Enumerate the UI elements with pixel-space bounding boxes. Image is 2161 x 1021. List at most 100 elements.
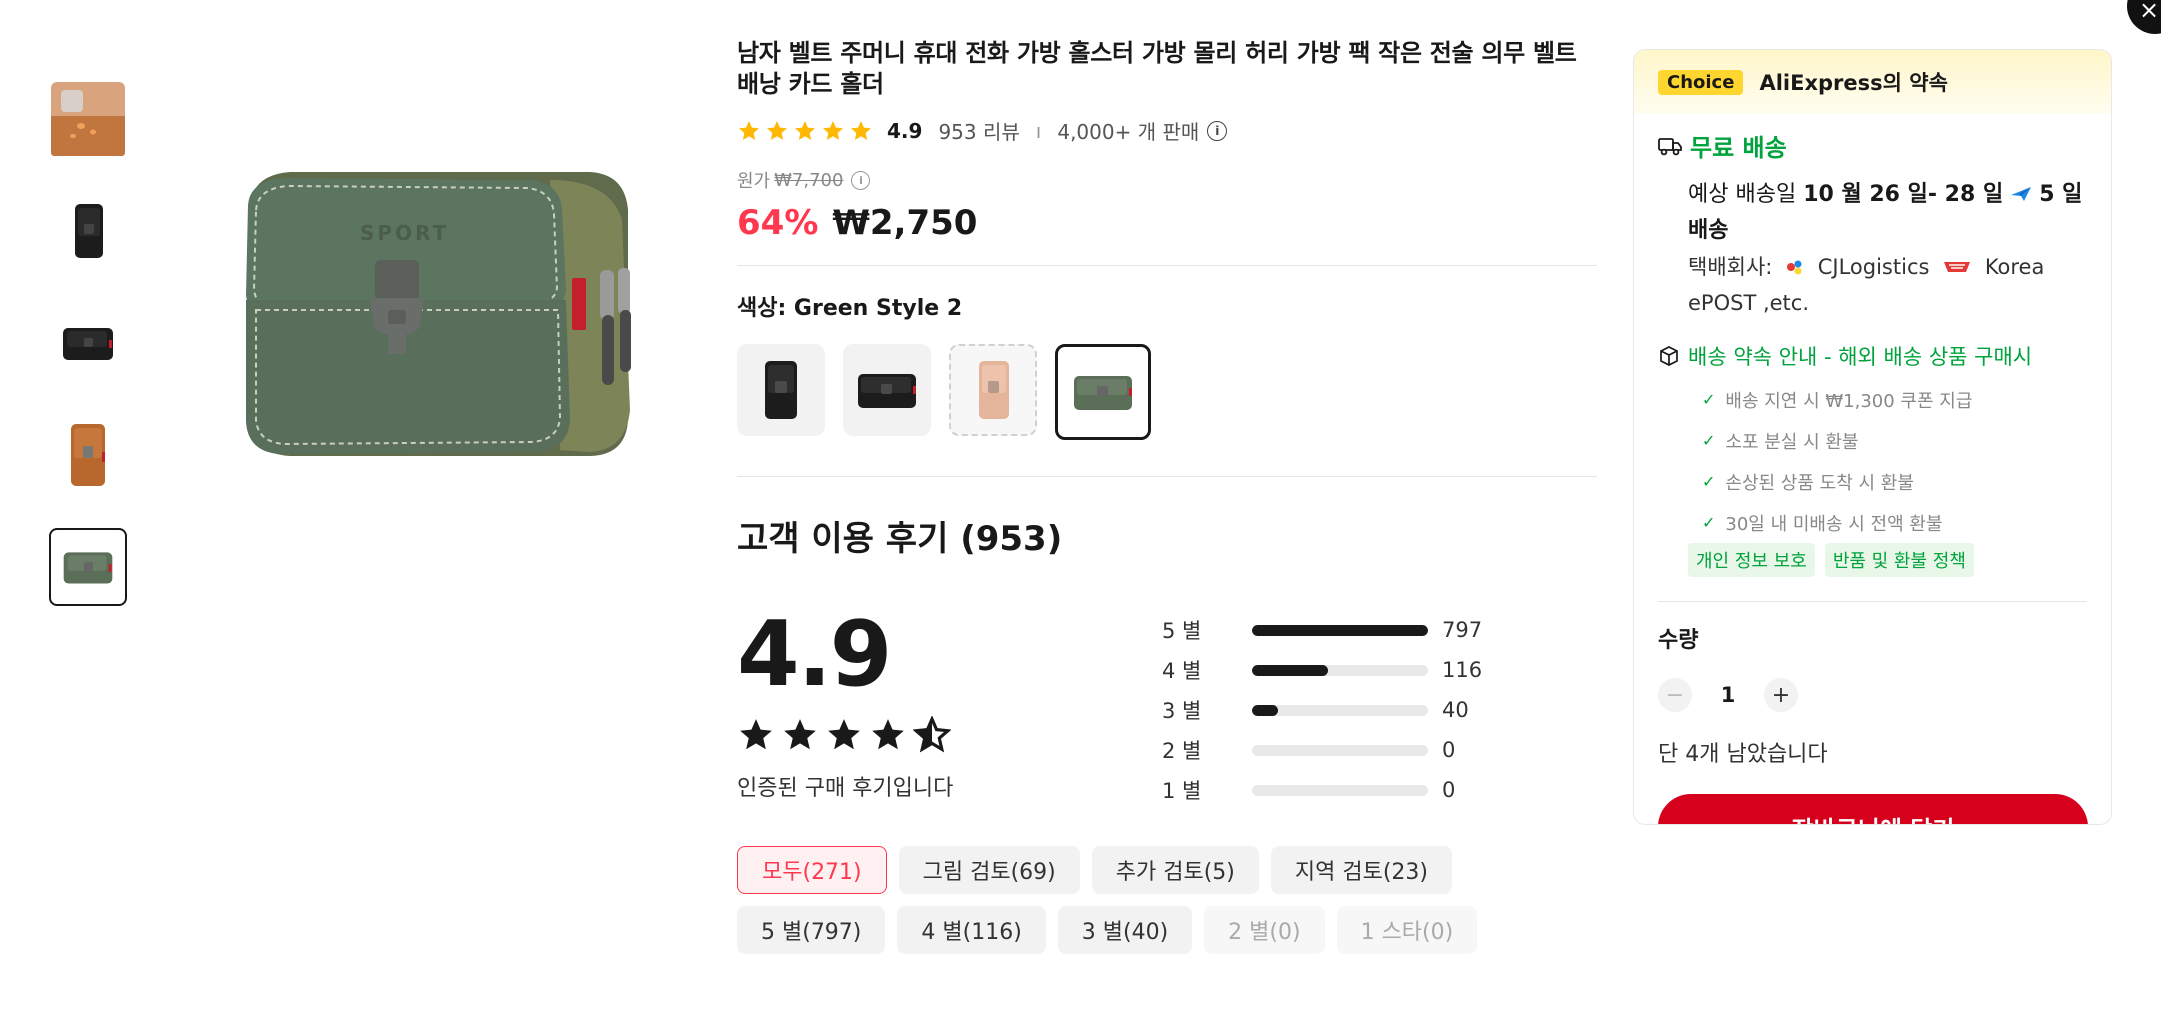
- product-info: 남자 벨트 주머니 휴대 전화 가방 홀스터 가방 몰리 허리 가방 팩 작은 …: [737, 38, 1597, 954]
- review-filters: 모두(271) 그림 검토(69) 추가 검토(5) 지역 검토(23) 5 별(797…: [737, 846, 1537, 954]
- purchase-panel: Choice AliExpress의 약속 무료 배송 예상 배송일 10 월 …: [1633, 49, 2112, 825]
- swatch-green-selected[interactable]: [1055, 344, 1151, 440]
- thumbnail-4[interactable]: [49, 416, 127, 494]
- guarantee-item: ✓ 손상된 상품 도착 시 환불: [1702, 461, 2087, 502]
- separator: ı: [1035, 118, 1042, 143]
- rating-bar-track: [1252, 704, 1428, 716]
- rating-value: 4.9: [887, 118, 923, 143]
- guarantee-item: ✓ 소포 분실 시 환불: [1702, 420, 2087, 461]
- rating-bar-row: 4 별 116: [1162, 650, 1482, 690]
- review-filter-chip[interactable]: 5 별(797): [737, 906, 886, 954]
- product-thumbnail-image: [63, 552, 113, 584]
- choice-badge: Choice: [1658, 69, 1744, 95]
- sold-count: 4,000+ 개 판매: [1057, 120, 1200, 144]
- check-icon: ✓: [1702, 390, 1716, 409]
- quantity-value[interactable]: 1: [1718, 683, 1738, 707]
- rating-bar-track: [1252, 744, 1428, 756]
- rating-bar-row: 1 별 0: [1162, 770, 1482, 810]
- review-filter-chip[interactable]: 모두(271): [737, 846, 887, 894]
- carrier-info: 택배회사: CJLogistics Korea ePOST ,etc.: [1658, 249, 2087, 321]
- quantity-label: 수량: [1658, 628, 1699, 653]
- info-icon[interactable]: i: [851, 170, 871, 190]
- privacy-tag[interactable]: 개인 정보 보호: [1688, 543, 1815, 577]
- review-filter-chip[interactable]: 추가 검토(5): [1091, 846, 1259, 894]
- quantity-increase-button[interactable]: +: [1764, 678, 1798, 712]
- stock-remaining: 단 4개 남았습니다: [1658, 742, 1828, 767]
- star-icon: [851, 120, 871, 140]
- add-to-cart-button[interactable]: 장바구니에 담기: [1658, 794, 2088, 824]
- rating-bar-fill: [1252, 624, 1428, 636]
- policy-tags: 개인 정보 보호 반품 및 환불 정책: [1658, 543, 2087, 577]
- swatch-black-horizontal[interactable]: [843, 344, 931, 436]
- review-count-link[interactable]: 953 리뷰: [938, 116, 1019, 145]
- cj-logo-icon: [1787, 260, 1802, 275]
- guarantee-text: 30일 내 미배송 시 전액 환불: [1725, 513, 1943, 535]
- quantity-decrease-button[interactable]: −: [1658, 678, 1692, 712]
- rating-bar-label: 4 별: [1162, 659, 1202, 683]
- rating-bar-label: 2 별: [1162, 739, 1202, 763]
- info-icon[interactable]: i: [1207, 120, 1228, 141]
- rating-bar-row: 5 별 797: [1162, 610, 1482, 650]
- verified-note: 인증된 구매 후기입니다: [737, 776, 954, 801]
- delivery-guarantee-link[interactable]: 배송 약속 안내 - 해외 배송 상품 구매시: [1658, 341, 2087, 371]
- product-thumbnail-image: [51, 82, 125, 156]
- star-icon: [767, 120, 787, 140]
- star-icon: [795, 120, 815, 140]
- rating-bar-label: 5 별: [1162, 619, 1202, 643]
- airplane-icon: [2011, 187, 2032, 201]
- thumbnail-list: [49, 80, 129, 640]
- guarantee-title-text: 배송 약속 안내 - 해외 배송 상품 구매시: [1688, 345, 2033, 369]
- svg-text:SPORT: SPORT: [360, 221, 449, 245]
- original-price-row: 원가 ₩7,700 i: [737, 167, 1597, 193]
- divider: [737, 265, 1597, 266]
- thumbnail-1[interactable]: [49, 80, 127, 158]
- review-filter-chip[interactable]: 1 스타(0): [1336, 906, 1478, 954]
- quantity-stepper: − 1 +: [1658, 678, 2087, 712]
- discount-percent: 64%: [737, 203, 819, 243]
- swatch-pink-unavailable[interactable]: [949, 344, 1037, 436]
- original-price: ₩7,700: [774, 169, 844, 191]
- rating-bar-track: [1252, 624, 1428, 636]
- thumbnail-3[interactable]: [49, 304, 127, 382]
- rating-bar-track: [1252, 784, 1428, 796]
- rating-bar-row: 2 별 0: [1162, 730, 1482, 770]
- rating-stars: [737, 119, 873, 143]
- close-button[interactable]: ×: [2127, 0, 2161, 34]
- guarantee-list: ✓ 배송 지연 시 ₩1,300 쿠폰 지급 ✓ 소포 분실 시 환불 ✓ 손상된 상품 …: [1658, 379, 2087, 543]
- est-prefix: 예상 배송일: [1688, 182, 1797, 207]
- check-icon: ✓: [1702, 431, 1716, 450]
- rating-bar-label: 3 별: [1162, 699, 1202, 723]
- review-filter-chip[interactable]: 그림 검토(69): [898, 846, 1080, 894]
- product-thumbnail-image: [75, 204, 103, 258]
- star-icon: [739, 120, 759, 140]
- refund-policy-tag[interactable]: 반품 및 환불 정책: [1824, 543, 1974, 577]
- review-filter-chip[interactable]: 2 별(0): [1204, 906, 1325, 954]
- overall-score-number: 4.9: [737, 602, 892, 707]
- truck-icon: [1658, 137, 1682, 155]
- star-icon: [740, 719, 772, 750]
- rating-breakdown: 5 별 797 4 별 116 3 별 40 2 별 0 1 별 0: [1162, 610, 1482, 810]
- color-swatches: [737, 344, 1597, 440]
- carrier-label: 택배회사:: [1688, 255, 1773, 279]
- rating-bar-count: 797: [1442, 618, 1483, 642]
- swatch-black-vertical[interactable]: [737, 344, 825, 436]
- color-label: 색상: Green Style 2: [737, 296, 963, 321]
- thumbnail-2[interactable]: [49, 192, 127, 270]
- review-filter-chip[interactable]: 4 별(116): [897, 906, 1046, 954]
- price-row: 64% ₩2,750: [737, 203, 1597, 243]
- rating-bar-count: 0: [1442, 778, 1456, 802]
- review-filter-chip[interactable]: 3 별(40): [1057, 906, 1193, 954]
- reviews-title: 고객 이용 후기 (953): [737, 519, 1063, 559]
- free-shipping-line: 무료 배송: [1658, 128, 2087, 163]
- review-filter-chip[interactable]: 지역 검토(23): [1270, 846, 1453, 894]
- guarantee-item: ✓ 배송 지연 시 ₩1,300 쿠폰 지급: [1702, 379, 2087, 420]
- product-detail-modal: × SPORT 남자 벨트 주머니 휴대 전화 가방 홀스터 가방 몰리 허리 …: [0, 0, 2161, 1021]
- star-icon: [784, 719, 816, 750]
- rating-bar-label: 1 별: [1162, 779, 1202, 803]
- thumbnail-5-selected[interactable]: [49, 528, 127, 606]
- korea-post-logo-icon: [1944, 262, 1971, 272]
- rating-bar-fill: [1252, 704, 1279, 716]
- rating-bar-row: 3 별 40: [1162, 690, 1482, 730]
- star-icon: [872, 719, 904, 750]
- product-title: 남자 벨트 주머니 휴대 전화 가방 홀스터 가방 몰리 허리 가방 팩 작은 …: [737, 39, 1577, 98]
